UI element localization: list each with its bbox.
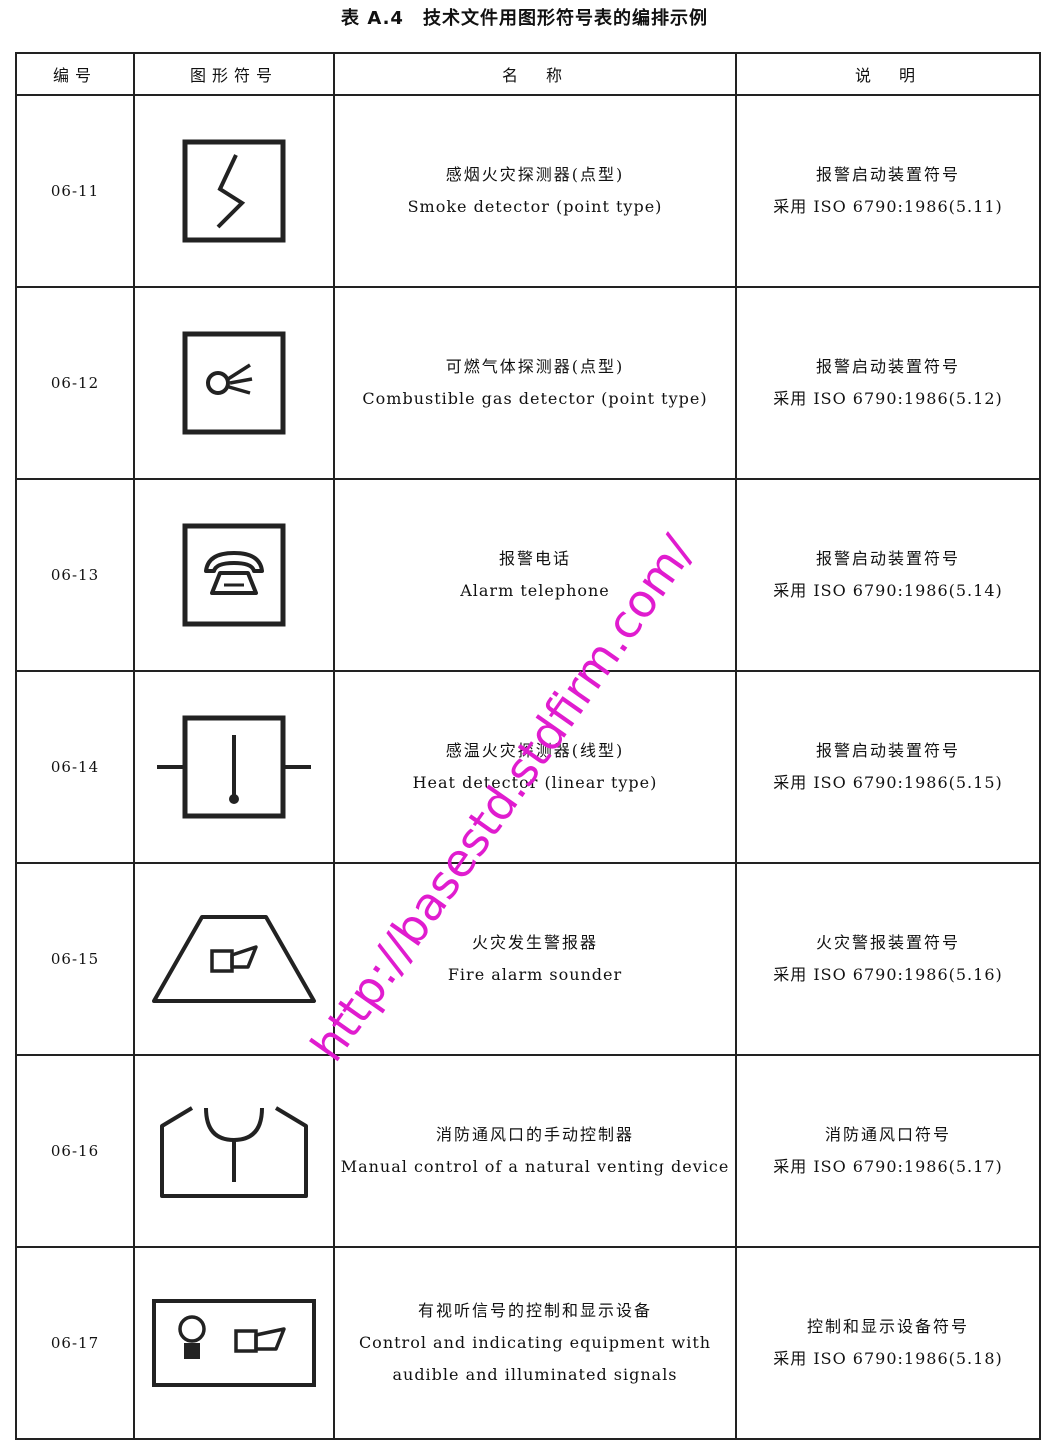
note-line: 报警启动装置符号: [815, 741, 960, 760]
table-row: 06-13 报警电话 Alarm telephone 报警启动装置符号 采用 I…: [15, 478, 1041, 672]
note-line: 火灾警报装置符号: [815, 933, 960, 952]
name-en: Alarm telephone: [460, 581, 610, 600]
name-zh: 消防通风口的手动控制器: [435, 1125, 634, 1144]
symbol-table: 编号 图形符号 名 称 说 明 06-11 感烟火灾探测器(点型) Smoke …: [15, 52, 1041, 1440]
name-cell: 感烟火灾探测器(点型) Smoke detector (point type): [333, 94, 737, 288]
name-en: Fire alarm sounder: [447, 965, 623, 984]
name-cell: 报警电话 Alarm telephone: [333, 478, 737, 672]
note-line: 报警启动装置符号: [815, 165, 960, 184]
name-en: Control and indicating equipment with: [358, 1333, 712, 1352]
alarm-telephone-icon: [182, 523, 286, 627]
table-row: 06-11 感烟火灾探测器(点型) Smoke detector (point …: [15, 94, 1041, 288]
header-number: 编号: [15, 52, 135, 96]
note-line: 采用 ISO 6790:1986(5.17): [773, 1157, 1003, 1176]
symbol-cell: [133, 1054, 335, 1248]
table-header-row: 编号 图形符号 名 称 说 明: [15, 52, 1041, 96]
row-number: 06-12: [15, 286, 135, 480]
name-zh: 感温火灾探测器(线型): [445, 741, 625, 760]
name-en: audible and illuminated signals: [392, 1365, 678, 1384]
row-number: 06-14: [15, 670, 135, 864]
note-line: 采用 ISO 6790:1986(5.15): [773, 773, 1003, 792]
name-zh: 火灾发生警报器: [471, 933, 598, 952]
control-indicating-equipment-icon: [152, 1299, 316, 1387]
name-zh: 有视听信号的控制和显示设备: [417, 1301, 652, 1320]
row-number: 06-17: [15, 1246, 135, 1440]
name-cell: 有视听信号的控制和显示设备 Control and indicating equ…: [333, 1246, 737, 1440]
table-title: 表 A.4 技术文件用图形符号表的编排示例: [341, 8, 708, 29]
note-line: 采用 ISO 6790:1986(5.11): [773, 197, 1003, 216]
name-en: Manual control of a natural venting devi…: [340, 1157, 730, 1176]
name-zh: 报警电话: [498, 549, 571, 568]
symbol-cell: [133, 478, 335, 672]
note-line: 采用 ISO 6790:1986(5.14): [773, 581, 1003, 600]
name-en: Heat detector (linear type): [412, 773, 658, 792]
note-cell: 控制和显示设备符号 采用 ISO 6790:1986(5.18): [735, 1246, 1041, 1440]
row-number: 06-11: [15, 94, 135, 288]
symbol-cell: [133, 286, 335, 480]
heat-detector-icon: [157, 715, 311, 819]
table-row: 06-15 火灾发生警报器 Fire alarm sounder 火灾警报装置符…: [15, 862, 1041, 1056]
name-zh: 感烟火灾探测器(点型): [445, 165, 625, 184]
name-cell: 消防通风口的手动控制器 Manual control of a natural …: [333, 1054, 737, 1248]
smoke-detector-icon: [182, 139, 286, 243]
table-row: 06-14 感温火灾探测器(线型) Heat detector (linear …: [15, 670, 1041, 864]
symbol-cell: [133, 670, 335, 864]
note-line: 采用 ISO 6790:1986(5.12): [773, 389, 1003, 408]
fire-alarm-sounder-icon: [152, 915, 316, 1003]
note-line: 消防通风口符号: [824, 1125, 951, 1144]
row-number: 06-13: [15, 478, 135, 672]
symbol-cell: [133, 862, 335, 1056]
header-name: 名 称: [333, 52, 737, 96]
note-cell: 消防通风口符号 采用 ISO 6790:1986(5.17): [735, 1054, 1041, 1248]
note-line: 报警启动装置符号: [815, 357, 960, 376]
note-line: 控制和显示设备符号: [806, 1317, 969, 1336]
table-row: 06-16 消防通风口的手动控制器 Manual control of a na…: [15, 1054, 1041, 1248]
note-line: 报警启动装置符号: [815, 549, 960, 568]
name-cell: 火灾发生警报器 Fire alarm sounder: [333, 862, 737, 1056]
symbol-cell: [133, 94, 335, 288]
table-row: 06-17 有视听信号的控制和显示设备 Control and indicati…: [15, 1246, 1041, 1440]
name-en: Combustible gas detector (point type): [362, 389, 708, 408]
note-cell: 报警启动装置符号 采用 ISO 6790:1986(5.14): [735, 478, 1041, 672]
note-cell: 报警启动装置符号 采用 ISO 6790:1986(5.11): [735, 94, 1041, 288]
header-symbol: 图形符号: [133, 52, 335, 96]
name-en: Smoke detector (point type): [407, 197, 663, 216]
note-line: 采用 ISO 6790:1986(5.16): [773, 965, 1003, 984]
note-cell: 报警启动装置符号 采用 ISO 6790:1986(5.12): [735, 286, 1041, 480]
note-cell: 火灾警报装置符号 采用 ISO 6790:1986(5.16): [735, 862, 1041, 1056]
row-number: 06-15: [15, 862, 135, 1056]
name-cell: 可燃气体探测器(点型) Combustible gas detector (po…: [333, 286, 737, 480]
note-line: 采用 ISO 6790:1986(5.18): [773, 1349, 1003, 1368]
venting-control-icon: [160, 1106, 308, 1198]
gas-detector-icon: [182, 331, 286, 435]
name-cell: 感温火灾探测器(线型) Heat detector (linear type): [333, 670, 737, 864]
note-cell: 报警启动装置符号 采用 ISO 6790:1986(5.15): [735, 670, 1041, 864]
name-zh: 可燃气体探测器(点型): [445, 357, 625, 376]
symbol-cell: [133, 1246, 335, 1440]
table-row: 06-12 可燃气体探测器(点型) Combustible gas detect…: [15, 286, 1041, 480]
header-note: 说 明: [735, 52, 1041, 96]
row-number: 06-16: [15, 1054, 135, 1248]
